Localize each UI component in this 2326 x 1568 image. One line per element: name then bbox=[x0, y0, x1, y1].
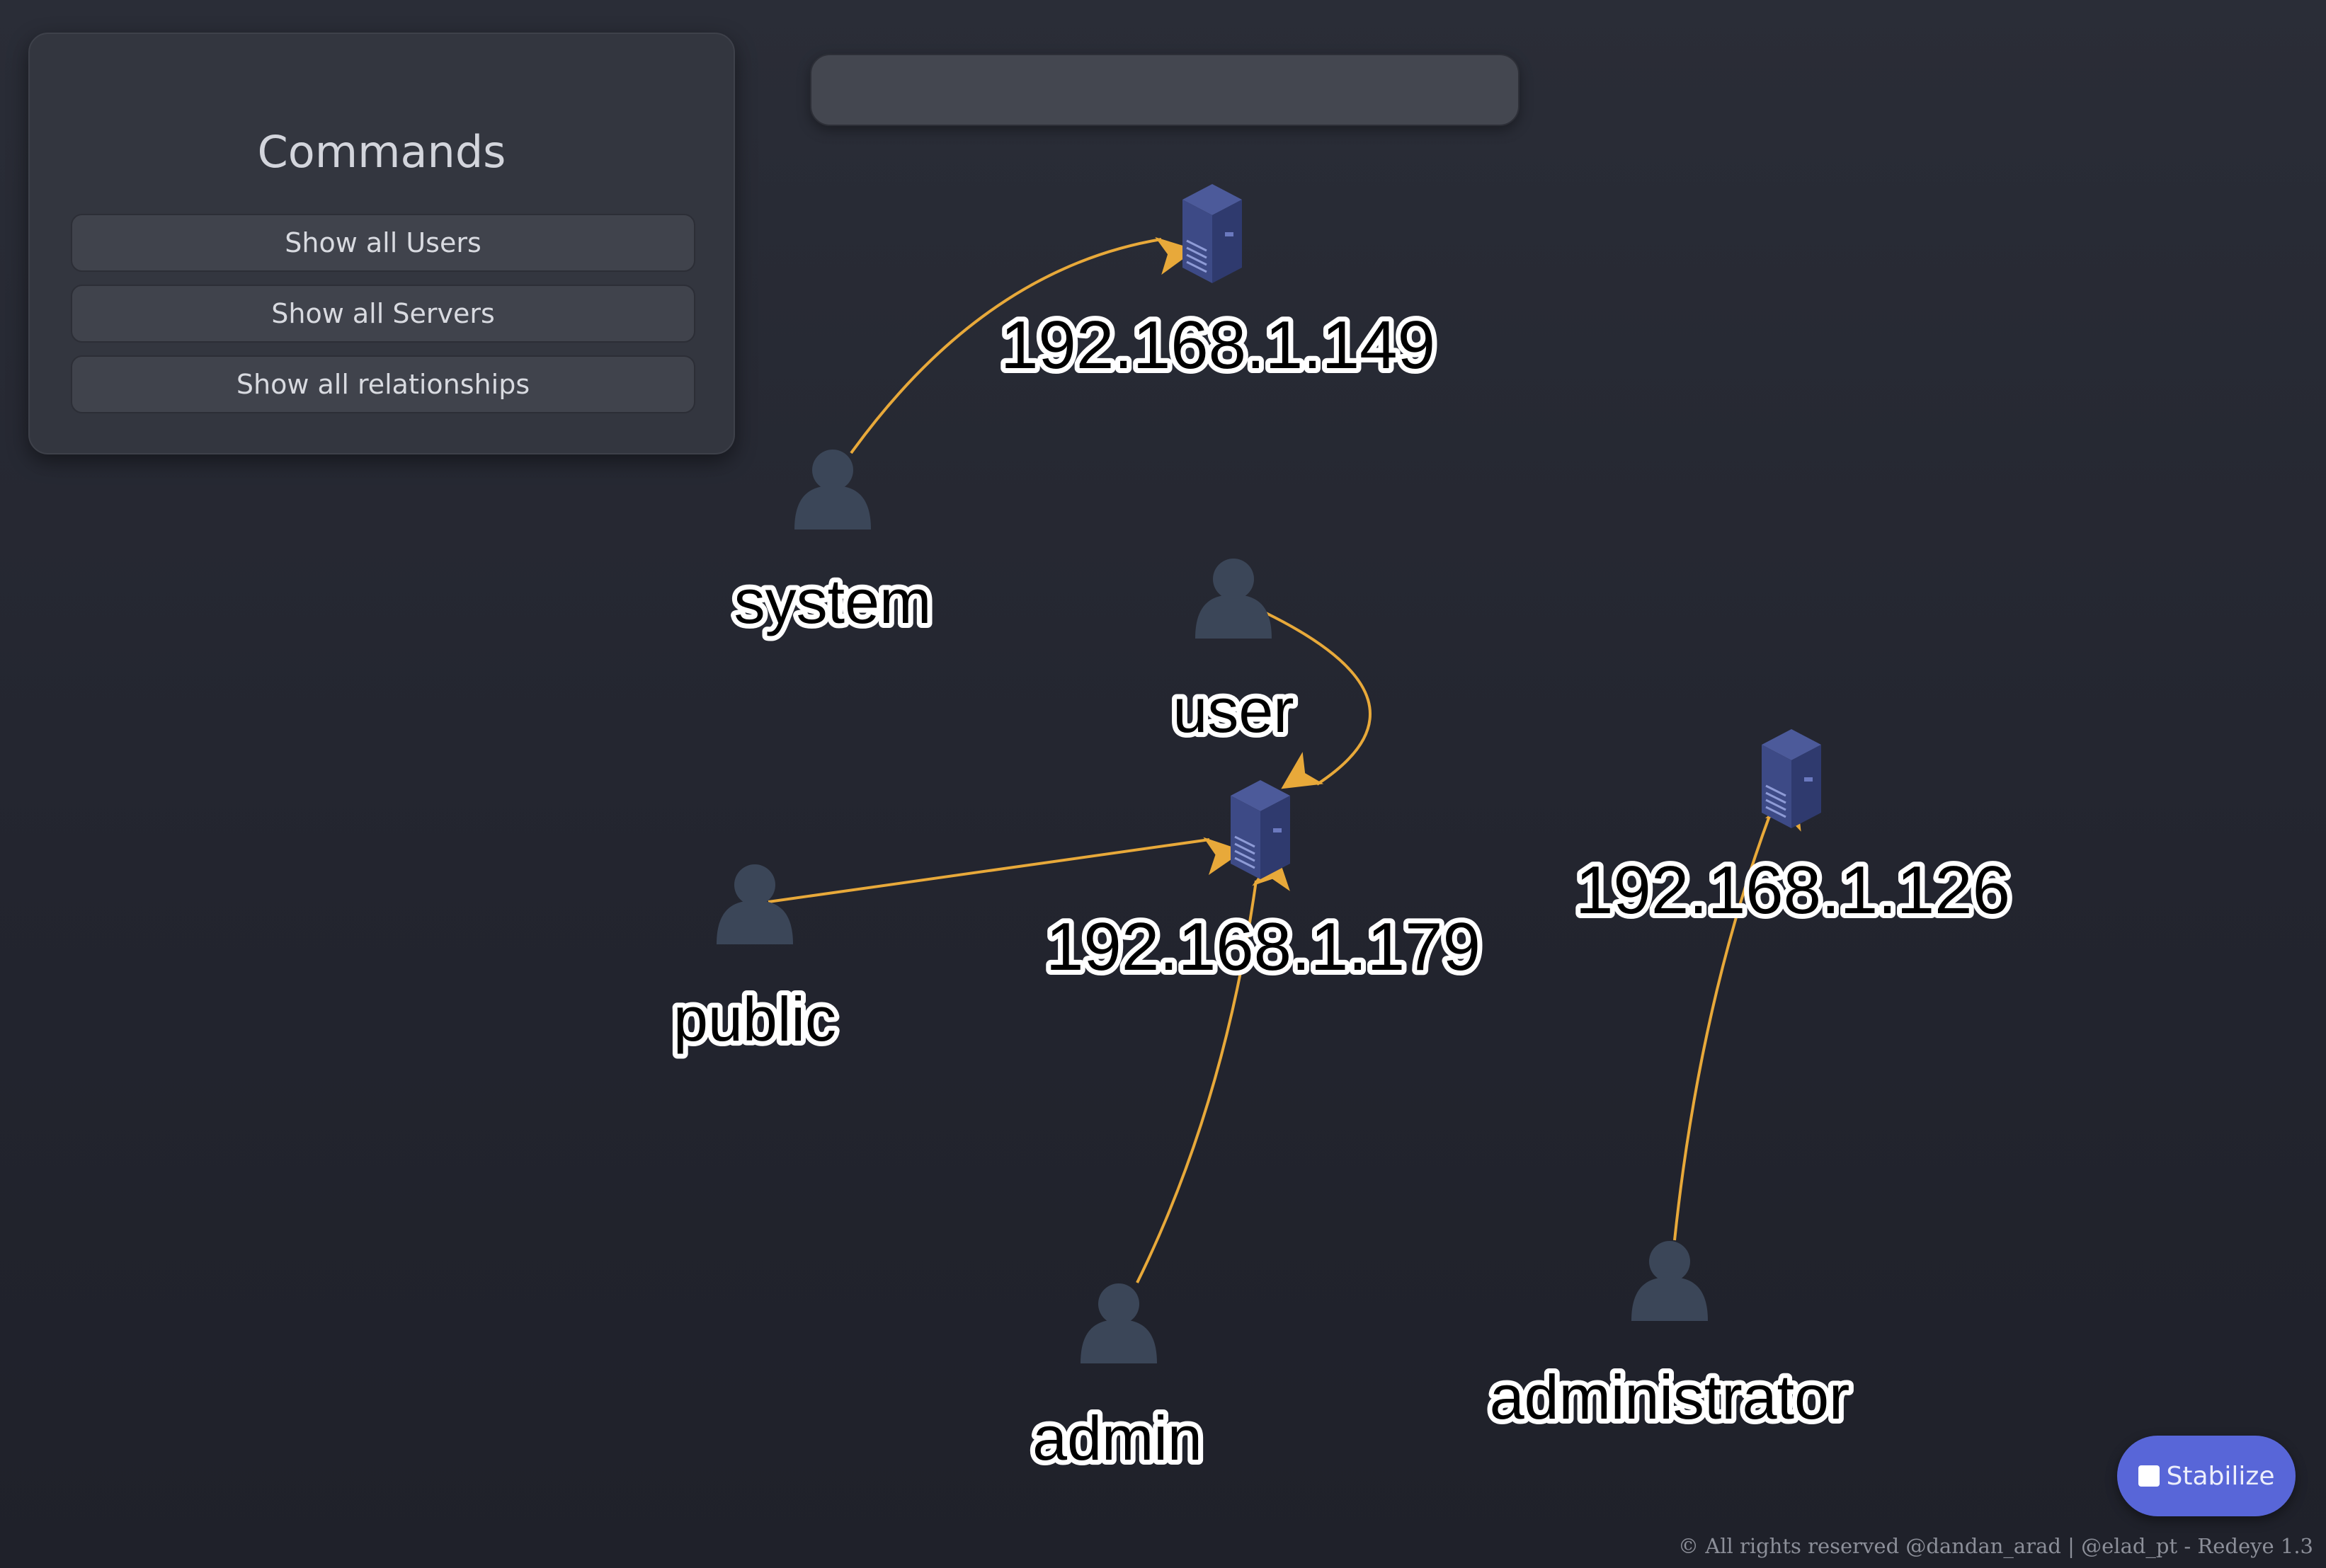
user-label: admin bbox=[1032, 1403, 1202, 1473]
user-label: user bbox=[1173, 675, 1294, 745]
server-label: 192.168.1.179 bbox=[1046, 909, 1481, 985]
edge-public-to-192-168-1-179 bbox=[768, 837, 1244, 903]
user-node-system[interactable]: system bbox=[729, 450, 936, 641]
user-node-public[interactable]: public bbox=[668, 864, 841, 1059]
server-icon bbox=[1760, 728, 1823, 830]
user-node-admin[interactable]: admin bbox=[1027, 1283, 1207, 1478]
server-node-192-168-1-149[interactable]: 192.168.1.149 bbox=[996, 183, 1440, 388]
user-icon bbox=[1631, 1241, 1708, 1321]
user-icon bbox=[1081, 1283, 1157, 1363]
user-icon bbox=[794, 450, 871, 530]
user-icon bbox=[717, 864, 793, 944]
stabilize-checkbox[interactable] bbox=[2138, 1465, 2160, 1487]
user-label: administrator bbox=[1490, 1362, 1850, 1432]
user-label: system bbox=[734, 566, 932, 636]
user-label: public bbox=[673, 984, 836, 1054]
server-label: 192.168.1.126 bbox=[1575, 852, 2010, 928]
server-icon bbox=[1181, 183, 1243, 285]
server-label: 192.168.1.149 bbox=[1000, 307, 1435, 383]
server-node-192-168-1-126[interactable]: 192.168.1.126 bbox=[1570, 728, 2015, 933]
user-icon bbox=[1195, 559, 1272, 639]
user-node-administrator[interactable]: administrator bbox=[1485, 1241, 1854, 1437]
server-node-192-168-1-179[interactable]: 192.168.1.179 bbox=[1041, 779, 1486, 990]
server-icon bbox=[1229, 779, 1292, 881]
network-graph[interactable]: 192.168.1.149 192.168.1.179 192.168.1.12… bbox=[0, 0, 2326, 1568]
user-node-user[interactable]: user bbox=[1168, 559, 1299, 750]
stabilize-label: Stabilize bbox=[2166, 1461, 2275, 1491]
app-root: Commands Show all Users Show all Servers… bbox=[0, 0, 2326, 1568]
stabilize-button[interactable]: Stabilize bbox=[2117, 1436, 2296, 1516]
footer-copyright: © All rights reserved @dandan_arad | @el… bbox=[1678, 1534, 2313, 1558]
